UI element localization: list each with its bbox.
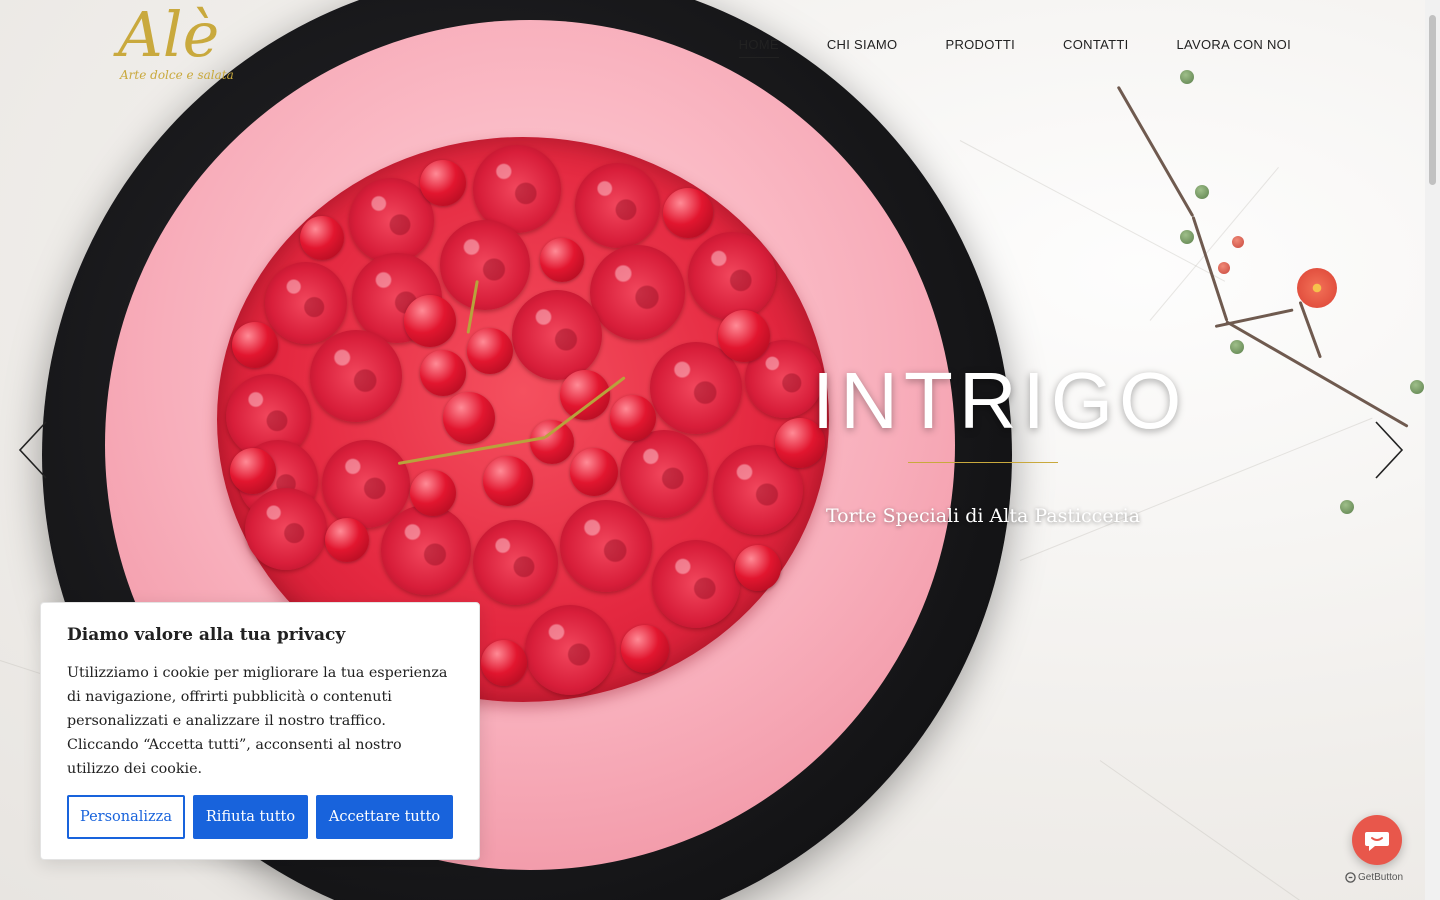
redcurrant [621,625,669,673]
redcurrant [570,448,618,496]
accept-all-button[interactable]: Accettare tutto [316,795,453,839]
redcurrant [325,518,369,562]
marble-vein [1149,166,1279,321]
flower-bud [1340,500,1354,514]
reject-all-button[interactable]: Rifiuta tutto [193,795,308,839]
redcurrant [718,310,770,362]
nav-item-contatti[interactable]: CONTATTI [1063,37,1128,58]
raspberry [245,488,327,570]
flower-bud [1180,230,1194,244]
logo-wordmark: Alè [118,0,220,71]
redcurrant [481,640,527,686]
raspberry [473,520,558,605]
main-navigation: HOME CHI SIAMO PRODOTTI CONTATTI LAVORA … [738,37,1291,58]
redcurrant [663,188,713,238]
marble-vein [959,140,1226,282]
chevron-right-icon [1375,421,1404,479]
quince-flower [1297,268,1337,308]
raspberry [560,500,652,592]
raspberry [512,290,602,380]
slide-subtitle: Torte Speciali di Alta Pasticceria [825,505,1141,527]
page-scrollbar[interactable] [1425,0,1440,900]
redcurrant [410,470,456,516]
slider-next-button[interactable] [1370,420,1410,480]
chevron-left-icon [18,421,47,479]
raspberry [525,605,615,695]
nav-item-home[interactable]: HOME [738,37,779,58]
cookie-consent-banner: Diamo valore alla tua privacy Utilizziam… [40,602,480,860]
redcurrant [735,545,781,591]
nav-item-chi-siamo[interactable]: CHI SIAMO [827,37,898,58]
flower-bud [1218,262,1230,274]
raspberry [575,163,660,248]
chat-bubble-icon [1365,832,1389,851]
getbutton-credit[interactable]: GetButton [1345,872,1403,883]
redcurrant [610,395,656,441]
site-logo[interactable]: Alè Arte dolce e salata [118,4,268,86]
redcurrant [404,295,456,347]
cookie-banner-text: Utilizziamo i cookie per migliorare la t… [67,665,448,777]
raspberry [310,330,402,422]
raspberry [688,232,776,320]
redcurrant [300,216,344,260]
raspberry [620,430,708,518]
redcurrant [420,160,466,206]
slider-prev-button[interactable] [14,420,54,480]
branch [1298,300,1322,359]
flower-bud [1410,380,1424,394]
cookie-banner-title: Diamo valore alla tua privacy [67,625,346,645]
redcurrant [232,322,278,368]
slide-divider [908,462,1058,463]
flower-bud [1180,70,1194,84]
flower-bud [1195,185,1209,199]
raspberry [440,220,530,310]
customize-button[interactable]: Personalizza [67,795,185,839]
redcurrant [420,350,466,396]
branch [1225,320,1409,428]
redcurrant [530,420,574,464]
redcurrant [483,456,533,506]
getbutton-label: GetButton [1358,872,1404,883]
nav-item-prodotti[interactable]: PRODOTTI [945,37,1015,58]
raspberry [652,540,740,628]
logo-tagline: Arte dolce e salata [120,68,234,82]
flower-bud [1230,340,1244,354]
redcurrant [467,328,513,374]
slide-title: INTRIGO [812,356,1188,445]
raspberry [381,505,471,595]
scrollbar-thumb[interactable] [1429,15,1436,185]
raspberry [265,262,347,344]
cookie-banner-actions: Personalizza Rifiuta tutto Accettare tut… [67,795,453,839]
redcurrant [540,238,584,282]
redcurrant [230,448,276,494]
flower-bud [1232,236,1244,248]
marble-vein [1099,760,1314,900]
redcurrant [443,392,495,444]
chat-widget-button[interactable] [1352,815,1402,865]
getbutton-logo-icon [1345,872,1356,883]
raspberry [590,245,685,340]
nav-item-lavora-con-noi[interactable]: LAVORA CON NOI [1177,37,1291,58]
branch [1116,85,1195,218]
